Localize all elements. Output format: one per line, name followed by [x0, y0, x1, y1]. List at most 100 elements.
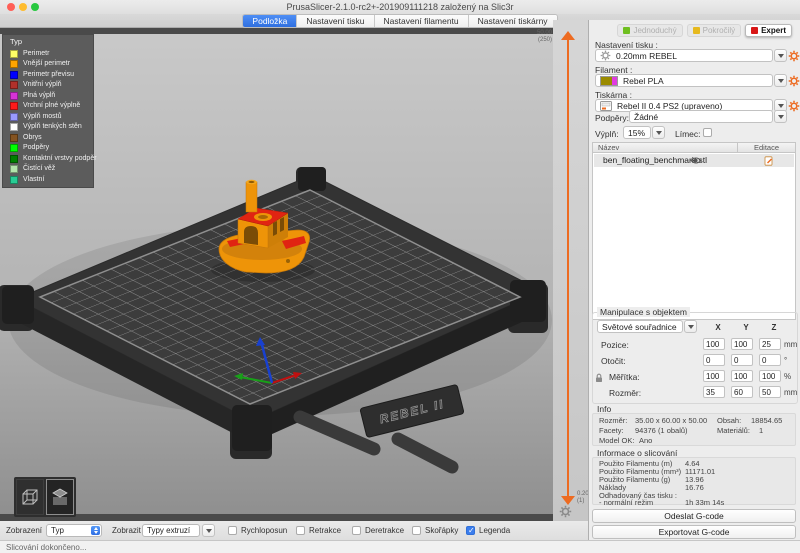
filament-dropdown-button[interactable]	[774, 74, 787, 87]
position-z-input[interactable]	[759, 338, 781, 350]
legend-item: Vrchní plné výplně	[10, 102, 90, 111]
benchy-arch-window	[244, 226, 258, 245]
legend-checkbox[interactable]	[466, 526, 475, 535]
travel-label: Rychloposun	[241, 526, 287, 535]
infill-label: Výplň:	[595, 129, 619, 139]
eye-icon[interactable]	[690, 156, 702, 169]
chevron-down-icon	[778, 54, 784, 58]
export-gcode-button[interactable]: Exportovat G-code	[592, 525, 796, 539]
legend-swatch	[10, 71, 18, 79]
supports-dropdown-button[interactable]	[774, 110, 787, 123]
rotate-z-input[interactable]	[759, 354, 781, 366]
titlebar: PrusaSlicer-2.1.0-rc2+-201909111218 zalo…	[0, 0, 800, 14]
legend-checkbox-label: Legenda	[479, 526, 510, 535]
show-label: Zobrazit	[112, 526, 141, 535]
slicing-info-panel: Použito Filamentu (m) 4.64 Použito Filam…	[592, 457, 796, 505]
chevron-down-icon	[778, 79, 784, 83]
deretractions-checkbox[interactable]	[352, 526, 361, 535]
layer-slider-bottom-handle[interactable]	[561, 496, 575, 505]
layer-slider-track[interactable]	[567, 40, 569, 496]
chevron-down-icon	[778, 104, 784, 108]
legend-item: Kontaktní vrstvy podpěr	[10, 155, 90, 164]
shells-checkbox[interactable]	[412, 526, 421, 535]
retractions-checkbox[interactable]	[296, 526, 305, 535]
axis-x-header: X	[707, 323, 729, 332]
rotate-label: Otočit:	[601, 356, 626, 366]
info-panel: Rozměr: 35.00 x 60.00 x 50.00 Obsah: 188…	[592, 413, 796, 446]
legend-swatch	[10, 134, 18, 142]
legend-title: Typ	[10, 37, 22, 46]
printer-gear-icon[interactable]	[787, 99, 800, 112]
filament-gear-icon[interactable]	[787, 74, 800, 87]
mode-advanced-button[interactable]: Pokročilý	[687, 24, 741, 37]
mode-simple-icon	[623, 27, 630, 34]
rotate-y-input[interactable]	[731, 354, 753, 366]
layer-slider-gear-icon[interactable]	[559, 505, 572, 518]
layer-slider-strip	[553, 20, 588, 521]
object-list: ben_floating_benchmark.stl	[592, 152, 796, 320]
chevron-down-icon	[778, 115, 784, 119]
legend-swatch	[10, 102, 18, 110]
legend-item: Perimetr převisu	[10, 71, 90, 80]
preview-toolbar: Zobrazení Typ Zobrazit Typy extruzí Rych…	[0, 521, 588, 540]
view-mode-label: Zobrazení	[6, 526, 42, 535]
show-dropdown-button[interactable]	[202, 524, 215, 537]
tab-printer-settings[interactable]: Nastavení tiskárny	[469, 15, 557, 27]
legend-swatch	[10, 176, 18, 184]
size-label: Rozměr:	[609, 388, 641, 398]
legend-item: Vlastní	[10, 176, 90, 185]
size-y-input[interactable]	[731, 386, 753, 398]
tab-print-settings[interactable]: Nastavení tisku	[297, 15, 374, 27]
show-select[interactable]: Typy extruzí	[142, 524, 200, 537]
shells-label: Skořápky	[425, 526, 458, 535]
position-y-input[interactable]	[731, 338, 753, 350]
chevron-down-icon	[206, 529, 212, 533]
view-layers-button[interactable]	[46, 479, 74, 515]
size-x-input[interactable]	[703, 386, 725, 398]
benchy-porthole	[286, 259, 290, 263]
filament-color-swatch	[600, 76, 618, 86]
status-bar: Slicování dokončeno...	[0, 540, 800, 553]
view-mode-popup[interactable]: Typ	[46, 524, 102, 537]
legend-swatch	[10, 123, 18, 131]
infill-dropdown-button[interactable]	[652, 126, 665, 139]
mode-expert-button[interactable]: Expert	[745, 24, 792, 37]
scale-z-input[interactable]	[759, 370, 781, 382]
prusaslicer-window: { "window": { "title": "PrusaSlicer-2.1.…	[0, 0, 800, 553]
edit-object-icon[interactable]	[764, 156, 774, 170]
object-row[interactable]: ben_floating_benchmark.stl	[594, 154, 794, 167]
infill-select[interactable]: 15%	[623, 126, 651, 139]
scale-x-input[interactable]	[703, 370, 725, 382]
travel-checkbox[interactable]	[228, 526, 237, 535]
rotate-x-input[interactable]	[703, 354, 725, 366]
tab-platter[interactable]: Podložka	[243, 15, 297, 27]
info-size-value: 35.00 x 60.00 x 50.00	[635, 416, 707, 425]
viewport-bottom-edge	[0, 514, 553, 521]
tab-filament-settings[interactable]: Nastavení filamentu	[375, 15, 469, 27]
legend-item: Perimetr	[10, 50, 90, 59]
print-settings-dropdown-button[interactable]	[774, 49, 787, 62]
info-materials-value: 1	[759, 426, 763, 435]
layer-slider-top-handle[interactable]	[561, 31, 575, 40]
size-z-input[interactable]	[759, 386, 781, 398]
coordinate-system-select[interactable]: Světové souřadnice	[597, 320, 683, 333]
lock-icon[interactable]	[594, 370, 604, 388]
mode-simple-button[interactable]: Jednoduchý	[617, 24, 682, 37]
print-settings-select[interactable]: 0.20mm REBEL	[595, 49, 773, 62]
axis-z-header: Z	[763, 323, 785, 332]
send-gcode-button[interactable]: Odeslat G-code	[592, 509, 796, 523]
status-text: Slicování dokončeno...	[6, 543, 87, 552]
info-modelok-value: Ano	[639, 436, 652, 445]
filament-select[interactable]: Rebel PLA	[595, 74, 773, 87]
layer-slider-max-height: 50.00	[524, 30, 552, 37]
brim-checkbox[interactable]	[703, 128, 712, 137]
position-x-input[interactable]	[703, 338, 725, 350]
layer-slider-min-layer: (1)	[577, 498, 584, 505]
view-3d-button[interactable]	[16, 479, 44, 515]
supports-select[interactable]: Žádné	[629, 110, 773, 123]
info-facets-value: 94376 (1 obalů)	[635, 426, 688, 435]
legend-item: Výplň tenkých stěn	[10, 123, 90, 132]
print-settings-gear-icon[interactable]	[787, 49, 800, 62]
scale-y-input[interactable]	[731, 370, 753, 382]
coordinate-dropdown-button[interactable]	[684, 320, 697, 333]
